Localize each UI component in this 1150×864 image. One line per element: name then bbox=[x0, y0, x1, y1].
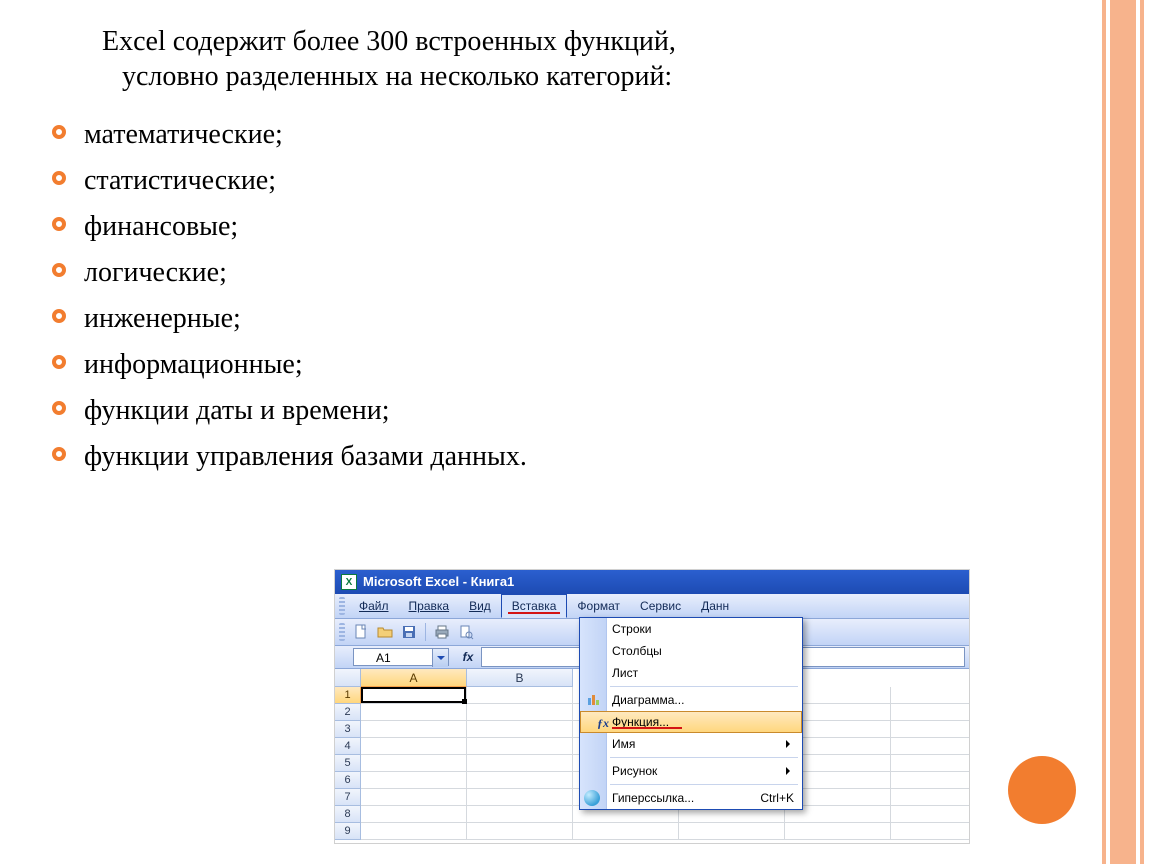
menubar-gripper[interactable] bbox=[339, 597, 345, 615]
intro-line-1: Excel содержит более 300 встроенных функ… bbox=[102, 26, 676, 57]
list-item: функции даты и времени; bbox=[52, 390, 1052, 432]
menu-separator bbox=[610, 784, 798, 785]
stripe-decoration bbox=[1102, 0, 1106, 864]
row-header[interactable]: 8 bbox=[335, 806, 361, 823]
new-file-icon[interactable] bbox=[351, 622, 371, 642]
menu-item-function[interactable]: ƒx Функция... bbox=[580, 711, 802, 733]
select-all-corner[interactable] bbox=[335, 669, 361, 687]
fx-icon: ƒx bbox=[595, 715, 611, 731]
toolbar-gripper[interactable] bbox=[339, 623, 345, 641]
open-icon[interactable] bbox=[375, 622, 395, 642]
menu-item-chart[interactable]: Диаграмма... bbox=[580, 689, 802, 711]
col-header-A[interactable]: A bbox=[361, 669, 467, 687]
menu-separator bbox=[610, 757, 798, 758]
stripe-decoration bbox=[1110, 0, 1136, 864]
menu-item-columns[interactable]: Столбцы bbox=[580, 640, 802, 662]
menu-edit[interactable]: Правка bbox=[399, 594, 460, 618]
menu-item-rows[interactable]: Строки bbox=[580, 618, 802, 640]
excel-logo-icon: X bbox=[341, 574, 357, 590]
list-item: информационные; bbox=[52, 344, 1052, 386]
menu-data[interactable]: Данн bbox=[691, 594, 739, 618]
row-header[interactable]: 3 bbox=[335, 721, 361, 738]
print-preview-icon[interactable] bbox=[456, 622, 476, 642]
name-box-value: A1 bbox=[376, 651, 391, 665]
list-item: функции управления базами данных. bbox=[52, 436, 1052, 478]
slide-content: Excel содержит более 300 встроенных функ… bbox=[52, 24, 1052, 482]
shortcut-label: Ctrl+K bbox=[760, 787, 794, 809]
menu-item-hyperlink[interactable]: Гиперссылка... Ctrl+K bbox=[580, 787, 802, 809]
row-header[interactable]: 6 bbox=[335, 772, 361, 789]
intro-paragraph: Excel содержит более 300 встроенных функ… bbox=[102, 24, 1052, 94]
fx-icon[interactable]: fx bbox=[459, 650, 477, 664]
menu-insert[interactable]: Вставка bbox=[501, 594, 568, 618]
window-title: Microsoft Excel - Книга1 bbox=[363, 570, 514, 594]
row-header[interactable]: 5 bbox=[335, 755, 361, 772]
col-header-B[interactable]: B bbox=[467, 669, 573, 687]
insert-menu-dropdown: Строки Столбцы Лист Диаграмма... ƒx Функ… bbox=[579, 617, 803, 810]
red-underline bbox=[508, 612, 560, 614]
list-item: финансовые; bbox=[52, 206, 1052, 248]
menu-item-picture[interactable]: Рисунок bbox=[580, 760, 802, 782]
menu-tools[interactable]: Сервис bbox=[630, 594, 691, 618]
row-headers: 1 2 3 4 5 6 7 8 9 bbox=[335, 687, 361, 840]
chart-icon bbox=[584, 692, 600, 708]
globe-icon bbox=[584, 790, 600, 806]
submenu-arrow-icon bbox=[786, 760, 794, 782]
row-header[interactable]: 9 bbox=[335, 823, 361, 840]
row-header[interactable]: 2 bbox=[335, 704, 361, 721]
active-cell-A1 bbox=[361, 687, 466, 703]
name-box-dropdown-icon[interactable] bbox=[432, 649, 448, 667]
save-icon[interactable] bbox=[399, 622, 419, 642]
menu-file[interactable]: Файл bbox=[349, 594, 399, 618]
titlebar: X Microsoft Excel - Книга1 bbox=[335, 570, 969, 594]
stripe-decoration bbox=[1140, 0, 1144, 864]
name-box[interactable]: A1 bbox=[353, 648, 449, 666]
list-item: логические; bbox=[52, 252, 1052, 294]
intro-line-2: условно разделенных на несколько категор… bbox=[122, 59, 1052, 94]
list-item: статистические; bbox=[52, 160, 1052, 202]
accent-dot bbox=[1008, 756, 1076, 824]
print-icon[interactable] bbox=[432, 622, 452, 642]
list-item: инженерные; bbox=[52, 298, 1052, 340]
toolbar-separator bbox=[425, 623, 426, 641]
menu-view[interactable]: Вид bbox=[459, 594, 501, 618]
row-header[interactable]: 7 bbox=[335, 789, 361, 806]
menu-separator bbox=[610, 686, 798, 687]
submenu-arrow-icon bbox=[786, 733, 794, 755]
menubar: Файл Правка Вид Вставка Формат Сервис Да… bbox=[335, 594, 969, 619]
menu-item-name[interactable]: Имя bbox=[580, 733, 802, 755]
row-header[interactable]: 4 bbox=[335, 738, 361, 755]
menu-item-sheet[interactable]: Лист bbox=[580, 662, 802, 684]
row-header[interactable]: 1 bbox=[335, 687, 361, 704]
category-list: математические; статистические; финансов… bbox=[52, 114, 1052, 478]
list-item: математические; bbox=[52, 114, 1052, 156]
excel-window: X Microsoft Excel - Книга1 Файл Правка В… bbox=[334, 569, 970, 844]
menu-format[interactable]: Формат bbox=[567, 594, 630, 618]
